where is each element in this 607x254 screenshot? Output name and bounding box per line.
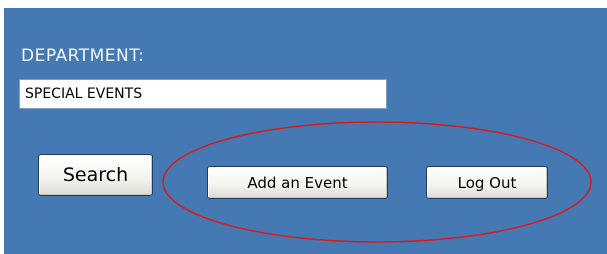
add-event-button[interactable]: Add an Event (207, 166, 388, 199)
search-button[interactable]: Search (38, 154, 153, 196)
department-input[interactable] (19, 79, 387, 109)
screenshot-stage: DEPARTMENT: Search Add an Event Log Out (0, 0, 607, 254)
department-label: DEPARTMENT: (21, 46, 145, 66)
logout-button[interactable]: Log Out (426, 166, 548, 199)
department-panel (4, 8, 607, 254)
